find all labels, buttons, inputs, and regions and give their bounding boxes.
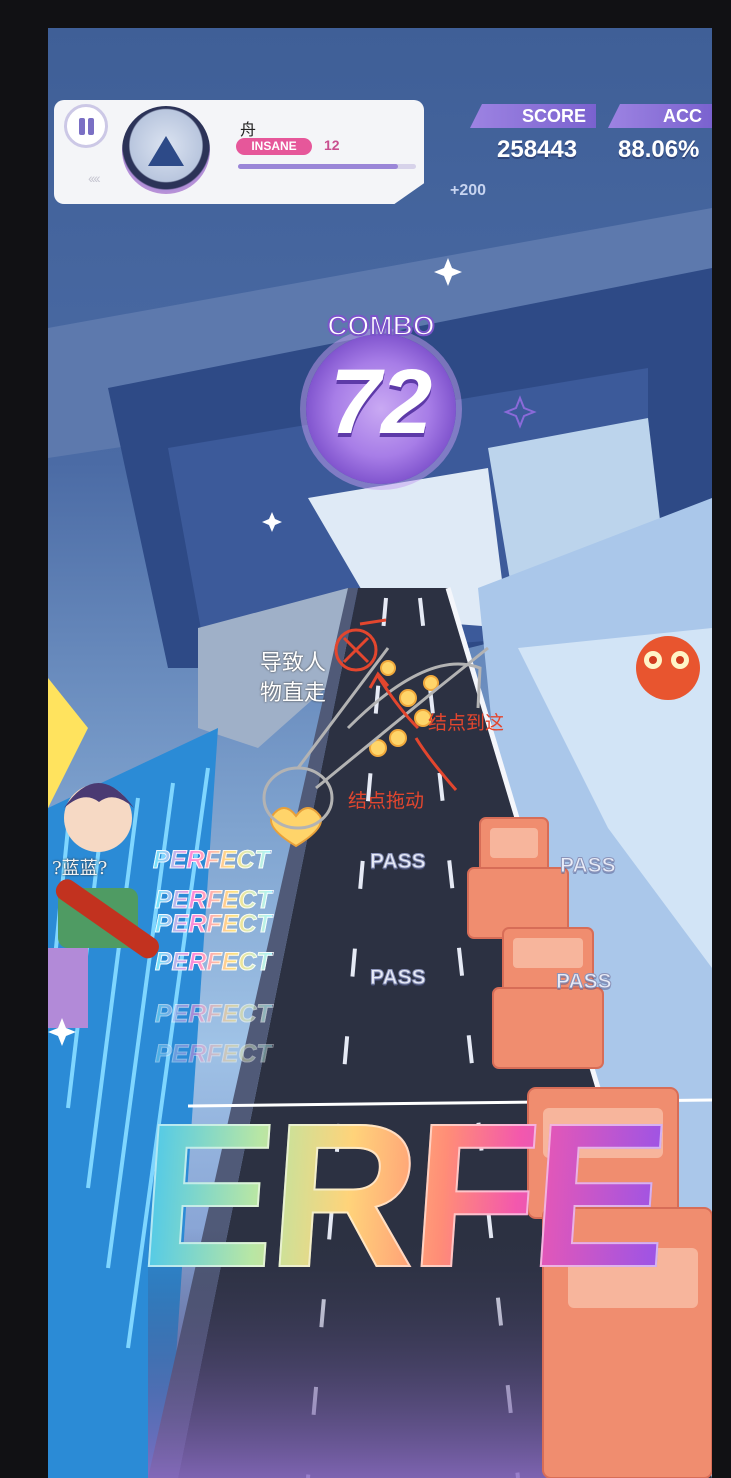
judgement-perfect: PERFECT bbox=[153, 846, 271, 875]
accuracy-label: ACC bbox=[608, 104, 712, 128]
song-progress-fill bbox=[238, 164, 399, 169]
pause-button[interactable] bbox=[64, 104, 108, 148]
judgement-pass: PASS bbox=[560, 854, 617, 878]
song-progress-bar bbox=[238, 164, 416, 169]
judgement-perfect: PERFECT bbox=[155, 948, 273, 977]
song-title: 舟 bbox=[240, 122, 257, 139]
judgement-pass: PASS bbox=[370, 850, 427, 874]
judgement-pass: PASS bbox=[556, 970, 613, 994]
difficulty-level: 12 bbox=[324, 137, 340, 153]
mountain-icon bbox=[148, 136, 184, 166]
annotation-character: ?蓝蓝? bbox=[52, 858, 108, 879]
game-screen: 舟 INSANE 12 ‹‹‹‹ SCORE ACC 258443 88.06%… bbox=[48, 28, 712, 1478]
judgement-perfect: PERFECT bbox=[155, 910, 273, 939]
annotation-left-line2: 物直走 bbox=[260, 681, 327, 706]
difficulty-badge: INSANE bbox=[236, 138, 312, 155]
combo-label: COMBO bbox=[326, 309, 435, 342]
judgement-pass: PASS bbox=[370, 966, 427, 990]
annotation-right-bottom: 结点拖动 bbox=[348, 790, 425, 812]
annotation-right-top: 结点到这 bbox=[428, 712, 505, 734]
annotation-left-line1: 导致人 bbox=[260, 651, 327, 676]
judgement-perfect: PERFECT bbox=[155, 1000, 273, 1029]
score-bonus: +200 bbox=[450, 182, 487, 199]
judgement-perfect: PERFECT bbox=[155, 1040, 273, 1069]
chevrons-decoration-icon: ‹‹‹‹ bbox=[88, 170, 101, 186]
combo-count: 72 bbox=[329, 351, 433, 453]
song-jacket-avatar bbox=[122, 106, 210, 194]
accuracy-value: 88.06% bbox=[618, 136, 700, 163]
player-card: 舟 INSANE 12 ‹‹‹‹ bbox=[54, 100, 424, 204]
score-value: 258443 bbox=[497, 136, 578, 163]
score-label: SCORE bbox=[470, 104, 596, 128]
big-perfect-text: ERFE bbox=[131, 1078, 672, 1314]
